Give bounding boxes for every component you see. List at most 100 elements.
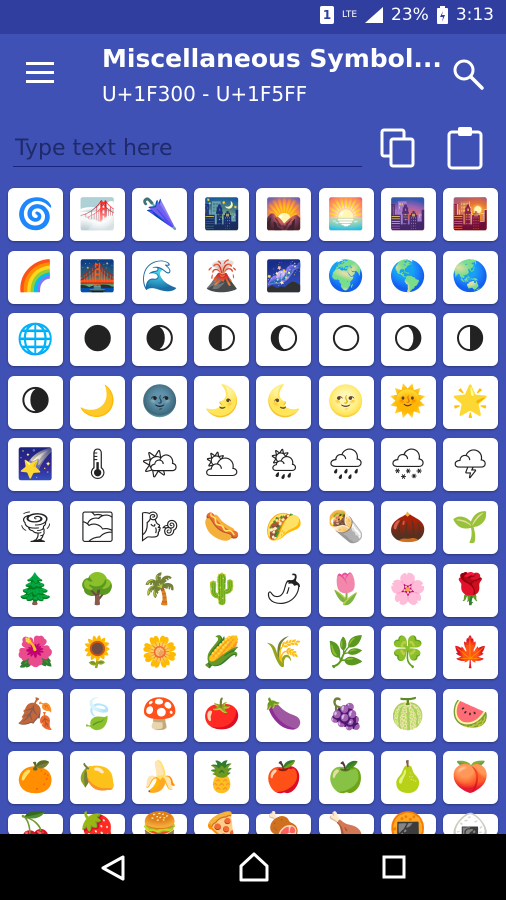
symbol-cell[interactable]: 🍁 xyxy=(442,626,498,680)
symbol-cell[interactable]: 🌝 xyxy=(318,375,374,429)
symbol-cell[interactable]: 🍙 xyxy=(442,814,498,834)
symbol-cell[interactable]: 🍍 xyxy=(194,751,250,805)
symbol-cell[interactable]: 🍃 xyxy=(70,688,126,742)
menu-icon[interactable] xyxy=(26,62,54,84)
symbol-cell[interactable]: 🍓 xyxy=(70,814,126,834)
symbol-cell[interactable]: 🌈 xyxy=(8,250,63,304)
symbol-cell[interactable]: 🌊 xyxy=(132,250,188,304)
symbol-cell[interactable]: 🍈 xyxy=(380,688,436,742)
symbol-cell[interactable]: 🌍 xyxy=(318,250,374,304)
symbol-cell[interactable]: 🌷 xyxy=(318,563,374,617)
symbol-cell[interactable]: 🌰 xyxy=(380,501,436,554)
symbol-cell[interactable]: 🌬 xyxy=(132,501,188,554)
clock: 3:13 xyxy=(455,5,494,25)
symbol-cell[interactable]: 🍖 xyxy=(256,814,312,834)
symbol-cell[interactable]: 🌀 xyxy=(8,188,63,241)
symbol-cell[interactable]: 🍒 xyxy=(8,814,63,834)
symbol-cell[interactable]: 🍐 xyxy=(380,751,436,805)
symbol-cell[interactable]: 🌱 xyxy=(442,501,498,554)
symbol-cell[interactable]: 🌖 xyxy=(380,313,436,367)
symbol-cell[interactable]: 🌧 xyxy=(318,438,374,492)
symbol-cell[interactable]: 🌾 xyxy=(256,626,312,680)
symbol-cell[interactable]: 🌤 xyxy=(132,438,188,492)
symbol-cell[interactable]: 🌥 xyxy=(194,438,250,492)
symbol-cell[interactable]: 🍕 xyxy=(194,814,250,834)
symbol-cell[interactable]: 🍔 xyxy=(132,814,188,834)
symbol-cell[interactable]: 🌵 xyxy=(194,563,250,617)
symbol-cell[interactable]: 🍎 xyxy=(256,751,312,805)
symbol-cell[interactable]: 🍗 xyxy=(318,814,374,834)
symbol-cell[interactable]: 🌏 xyxy=(442,250,498,304)
symbol-cell[interactable]: 🍊 xyxy=(8,751,63,805)
symbol-cell[interactable]: 🌃 xyxy=(194,188,250,241)
symbol-cell[interactable]: 🌲 xyxy=(8,563,63,617)
symbol-cell[interactable]: 🌄 xyxy=(256,188,312,241)
symbol-cell[interactable]: 🌕 xyxy=(318,313,374,367)
symbol-cell[interactable]: 🍇 xyxy=(318,688,374,742)
symbol-cell[interactable]: 🌠 xyxy=(8,438,63,492)
symbol-cell[interactable]: 🌯 xyxy=(318,501,374,554)
symbol-cell[interactable]: 🌙 xyxy=(70,375,126,429)
symbol-cell[interactable]: 🌫 xyxy=(70,501,126,554)
symbol-cell[interactable]: 🌳 xyxy=(70,563,126,617)
symbol-cell[interactable]: 🌒 xyxy=(132,313,188,367)
symbol-cell[interactable]: 🌌 xyxy=(256,250,312,304)
symbol-cell[interactable]: 🍌 xyxy=(132,751,188,805)
home-icon[interactable] xyxy=(238,852,270,882)
symbol-cell[interactable]: 🌑 xyxy=(70,313,126,367)
symbol-cell[interactable]: 🌋 xyxy=(194,250,250,304)
page-title: Miscellaneous Symbol... xyxy=(102,44,442,73)
search-icon[interactable] xyxy=(452,58,484,90)
symbol-cell[interactable]: 🌽 xyxy=(194,626,250,680)
symbol-cell[interactable]: 🌇 xyxy=(442,188,498,241)
symbol-cell[interactable]: 🍏 xyxy=(318,751,374,805)
symbol-cell[interactable]: 🌭 xyxy=(194,501,250,554)
symbol-cell[interactable]: 🍋 xyxy=(70,751,126,805)
symbol-cell[interactable]: 🌘 xyxy=(8,375,63,429)
symbol-cell[interactable]: 🌅 xyxy=(318,188,374,241)
symbol-cell[interactable]: 🍂 xyxy=(8,688,63,742)
symbol-cell[interactable]: 🌓 xyxy=(194,313,250,367)
symbol-cell[interactable]: 🌦 xyxy=(256,438,312,492)
paste-icon[interactable] xyxy=(446,126,484,170)
symbol-cell[interactable]: 🌔 xyxy=(256,313,312,367)
unicode-range-subtitle: U+1F300 - U+1F5FF xyxy=(102,82,308,106)
symbol-cell[interactable]: 🌞 xyxy=(380,375,436,429)
symbol-cell[interactable]: 🌛 xyxy=(194,375,250,429)
symbol-cell[interactable]: 🌟 xyxy=(442,375,498,429)
symbol-cell[interactable]: 🌩 xyxy=(442,438,498,492)
input-row xyxy=(0,118,506,180)
symbol-cell[interactable]: 🌹 xyxy=(442,563,498,617)
symbol-cell[interactable]: 🍑 xyxy=(442,751,498,805)
symbol-cell[interactable]: 🌴 xyxy=(132,563,188,617)
symbol-cell[interactable]: 🍄 xyxy=(132,688,188,742)
symbol-cell[interactable]: 🍆 xyxy=(256,688,312,742)
symbol-cell[interactable]: 🌨 xyxy=(380,438,436,492)
symbol-cell[interactable]: 🍉 xyxy=(442,688,498,742)
symbol-cell[interactable]: 🌚 xyxy=(132,375,188,429)
back-icon[interactable] xyxy=(100,854,126,882)
symbol-cell[interactable]: 🌎 xyxy=(380,250,436,304)
symbol-cell[interactable]: 🍘 xyxy=(380,814,436,834)
symbol-cell[interactable]: 🌺 xyxy=(8,626,63,680)
symbol-cell[interactable]: 🌸 xyxy=(380,563,436,617)
symbol-cell[interactable]: 🌁 xyxy=(70,188,126,241)
symbol-cell[interactable]: 🌐 xyxy=(8,313,63,367)
symbol-cell[interactable]: 🌻 xyxy=(70,626,126,680)
recent-apps-icon[interactable] xyxy=(382,855,406,879)
symbol-cell[interactable]: 🍀 xyxy=(380,626,436,680)
symbol-cell[interactable]: 🌂 xyxy=(132,188,188,241)
text-input[interactable] xyxy=(13,130,362,167)
symbol-cell[interactable]: 🌿 xyxy=(318,626,374,680)
symbol-cell[interactable]: 🌶 xyxy=(256,563,312,617)
symbol-cell[interactable]: 🌮 xyxy=(256,501,312,554)
symbol-cell[interactable]: 🌪 xyxy=(8,501,63,554)
symbol-cell[interactable]: 🌜 xyxy=(256,375,312,429)
symbol-cell[interactable]: 🌉 xyxy=(70,250,126,304)
symbol-cell[interactable]: 🌼 xyxy=(132,626,188,680)
copy-icon[interactable] xyxy=(380,128,416,168)
symbol-cell[interactable]: 🌗 xyxy=(442,313,498,367)
symbol-cell[interactable]: 🍅 xyxy=(194,688,250,742)
symbol-cell[interactable]: 🌆 xyxy=(380,188,436,241)
symbol-cell[interactable]: 🌡 xyxy=(70,438,126,492)
